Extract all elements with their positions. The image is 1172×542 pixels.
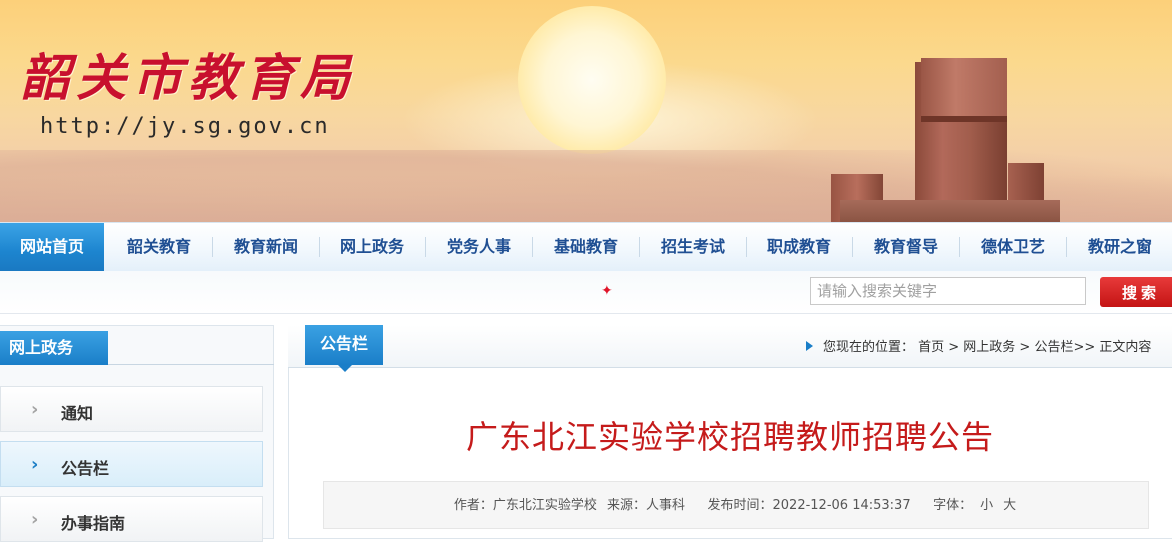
sidebar-item-label: 通知 <box>61 404 94 423</box>
nav-item-admission-exam[interactable]: 招生考试 <box>644 223 742 271</box>
nav-item-sports-health-arts[interactable]: 德体卫艺 <box>964 223 1062 271</box>
arrow-right-icon <box>806 341 813 351</box>
nav-item-party-personnel[interactable]: 党务人事 <box>430 223 528 271</box>
meta-published: 发布时间：2022-12-06 14:53:37 <box>707 498 911 513</box>
article-title: 广东北江实验学校招聘教师招聘公告 <box>465 418 994 456</box>
sidebar-item-guide[interactable]: › 办事指南 <box>0 496 263 542</box>
sidebar-item-label: 办事指南 <box>61 514 126 533</box>
header-banner: 韶关市教育局 http://jy.sg.gov.cn <box>0 0 1172 222</box>
chevron-right-icon: › <box>31 399 39 420</box>
search-input[interactable] <box>810 277 1086 305</box>
article-meta: 作者：广东北江实验学校 来源：人事科 发布时间：2022-12-06 14:53… <box>323 481 1149 529</box>
notice-marker-icon: ✦ <box>601 283 613 299</box>
meta-font-label: 字体： <box>933 498 973 513</box>
site-url: http://jy.sg.gov.cn <box>40 114 330 139</box>
chevron-right-icon: › <box>31 454 39 475</box>
sidebar-item-bulletin[interactable]: › 公告栏 <box>0 441 263 487</box>
nav-item-shaoguan-education[interactable]: 韶关教育 <box>110 223 208 271</box>
chevron-right-icon: › <box>31 509 39 530</box>
meta-author: 作者：广东北江实验学校 <box>453 498 597 513</box>
search-button[interactable]: 搜索 <box>1100 277 1172 307</box>
breadcrumb: 您现在的位置： 首页 > 网上政务 > 公告栏>> 正文内容 <box>806 336 1151 355</box>
breadcrumb-text: 您现在的位置： 首页 > 网上政务 > 公告栏>> 正文内容 <box>823 340 1152 355</box>
nav-item-education-news[interactable]: 教育新闻 <box>217 223 315 271</box>
nav-item-research-window[interactable]: 教研之窗 <box>1070 223 1170 271</box>
font-size-small-button[interactable]: 小 <box>980 498 993 513</box>
nav-item-basic-education[interactable]: 基础教育 <box>537 223 635 271</box>
meta-source: 来源：人事科 <box>606 498 685 513</box>
tab-bulletin[interactable]: 公告栏 <box>305 325 383 372</box>
nav-item-education-supervision[interactable]: 教育督导 <box>857 223 955 271</box>
nav-item-online-affairs[interactable]: 网上政务 <box>323 223 421 271</box>
sidebar-item-label: 公告栏 <box>61 459 110 478</box>
site-logo-title: 韶关市教育局 <box>20 48 356 107</box>
font-size-large-button[interactable]: 大 <box>1003 498 1016 513</box>
sidebar-item-notice[interactable]: › 通知 <box>0 386 263 432</box>
main-nav: 网站首页 韶关教育 教育新闻 网上政务 党务人事 基础教育 招生考试 职成教育 … <box>0 222 1172 278</box>
nav-item-vocational-education[interactable]: 职成教育 <box>750 223 848 271</box>
sidebar-heading: 网上政务 <box>0 331 108 365</box>
sun-graphic <box>518 6 666 154</box>
nav-item-home[interactable]: 网站首页 <box>0 223 104 278</box>
